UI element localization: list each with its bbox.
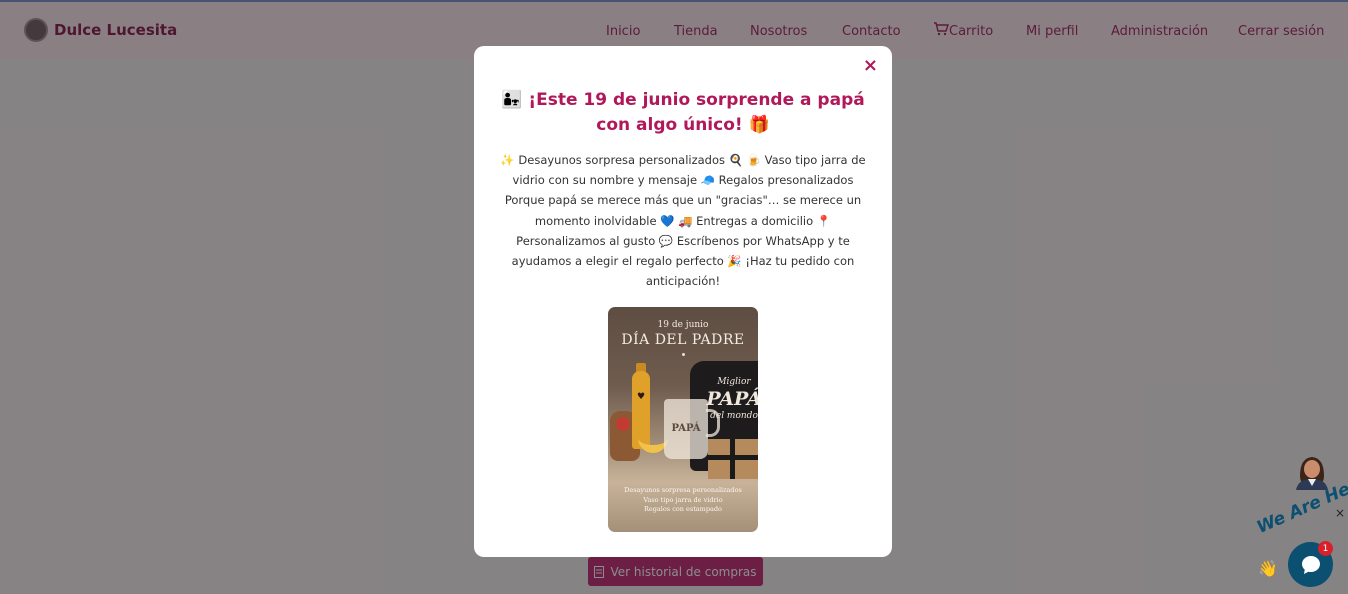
promo-footer-line1: Desayunos sorpresa personalizados [624, 486, 742, 494]
support-agent-avatar-icon[interactable] [1294, 452, 1330, 490]
modal-title: 👨‍👧 ¡Este 19 de junio sorprende a papá c… [501, 90, 865, 135]
promo-image-heading: DÍA DEL PADRE [621, 332, 745, 348]
modal-body-text: ✨ Desayunos sorpresa personalizados 🍳 🍺 … [500, 153, 866, 289]
shirt-text-line1: Miglior [717, 377, 751, 387]
chat-notification-badge: 1 [1318, 541, 1333, 556]
promo-image-jar-text: PAPÁ [671, 423, 701, 434]
promo-modal: × 👨‍👧 ¡Este 19 de junio sorprende a papá… [474, 46, 892, 557]
promo-image-fruit [616, 417, 630, 431]
chat-widget-close-button[interactable]: × [1335, 506, 1345, 520]
fathers-day-promo-image: 19 de junio DÍA DEL PADRE Miglior PAPÁ d… [608, 307, 758, 532]
modal-close-button[interactable]: × [863, 56, 878, 76]
promo-footer-line2: Vaso tipo jarra de vidrio [643, 495, 723, 504]
promo-image-ribbon-horizontal [708, 455, 758, 460]
heart-icon: ♥ [637, 392, 646, 402]
promo-image-jar-handle [706, 409, 720, 437]
promo-image-date: 19 de junio [657, 320, 709, 330]
promo-image-footer: Desayunos sorpresa personalizados Vaso t… [608, 486, 758, 515]
promo-footer-line3: Regalos con estampado [644, 505, 722, 513]
waving-hand-icon: 👋 [1258, 559, 1278, 578]
promo-image-dot [682, 353, 685, 356]
chat-icon [1301, 555, 1320, 574]
shirt-text-line2: PAPÁ [706, 388, 758, 410]
